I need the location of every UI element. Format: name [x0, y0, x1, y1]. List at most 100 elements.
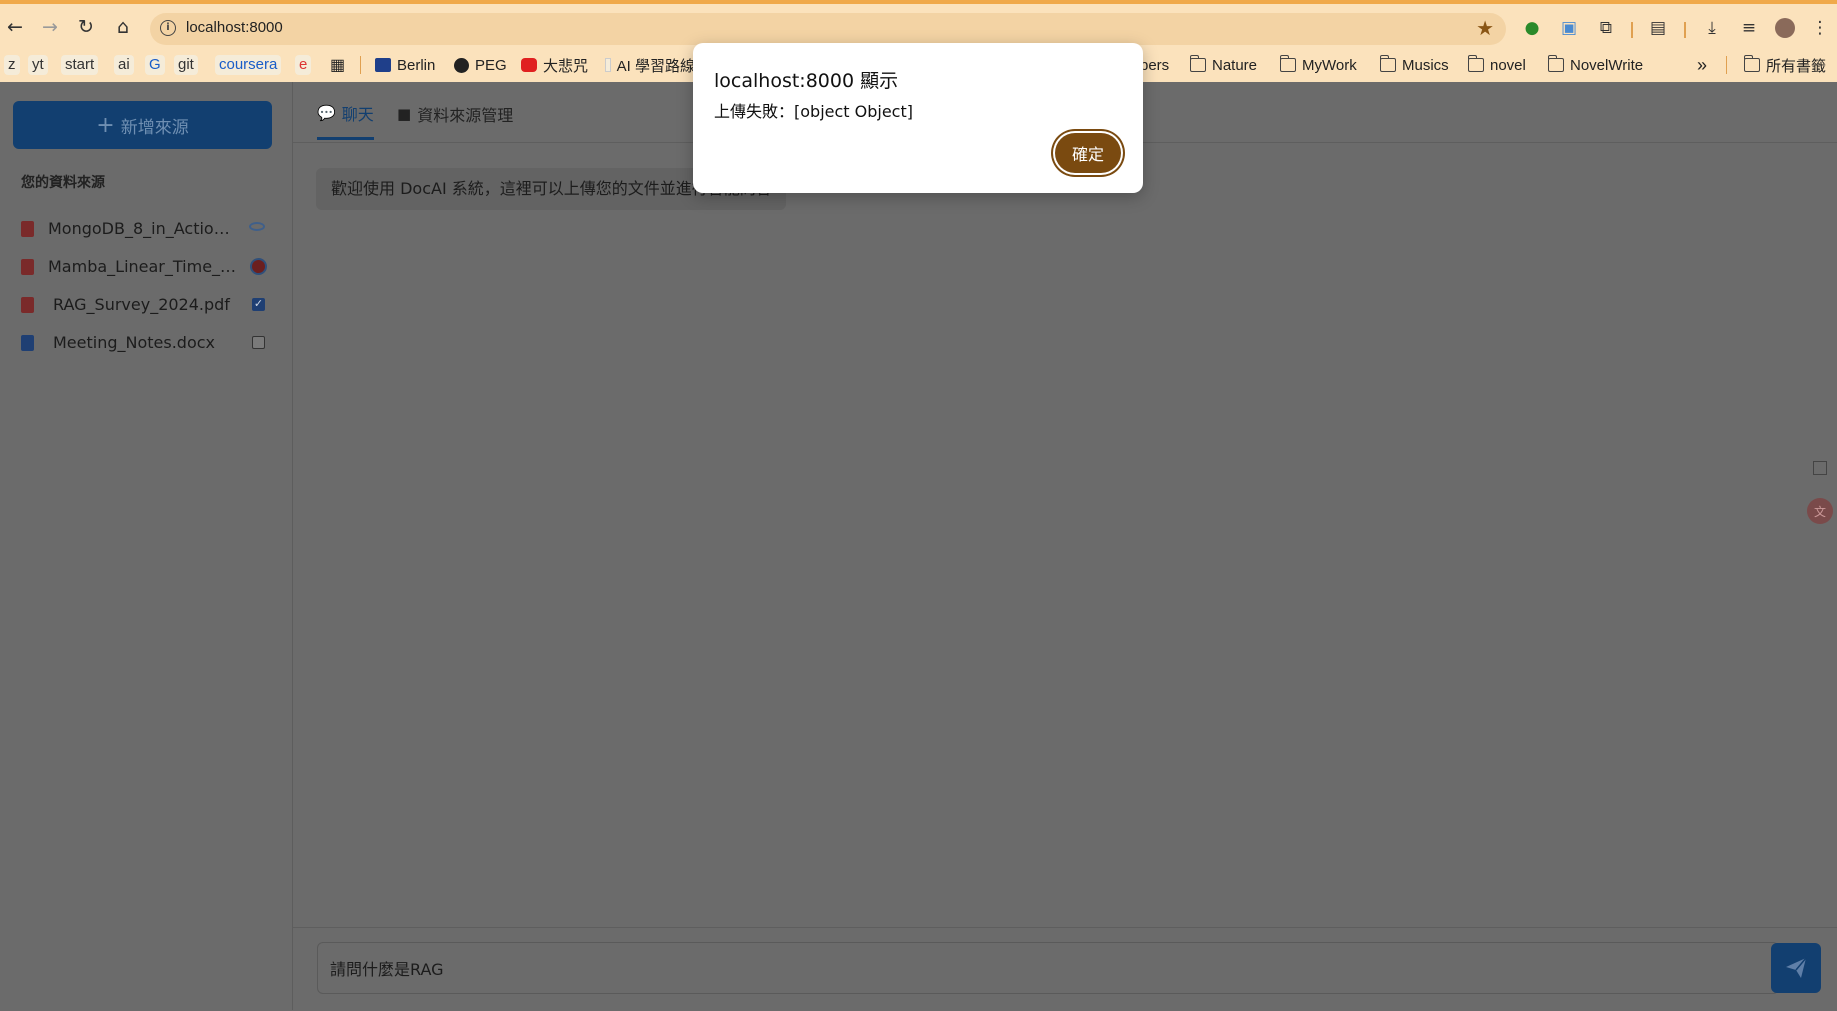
word-file-icon: [21, 335, 34, 351]
bookmark-label: 所有書籤: [1766, 57, 1827, 75]
source-item[interactable]: MongoDB_8_in_Action_...: [0, 214, 292, 244]
url-text[interactable]: localhost:8000: [186, 19, 283, 36]
floating-grid-icon[interactable]: [1805, 453, 1835, 483]
menu-kebab-icon[interactable]: ⋮: [1808, 16, 1832, 40]
bookmark-chip[interactable]: e: [295, 54, 312, 76]
source-checkbox[interactable]: [252, 336, 265, 349]
media-control-icon[interactable]: ≡: [1737, 16, 1761, 40]
bookmark-label: start: [61, 55, 99, 75]
tab-chat[interactable]: 💬 聊天: [317, 100, 374, 140]
bookmark-label: yt: [28, 55, 48, 75]
bookmark-folder[interactable]: MyWork: [1279, 54, 1357, 76]
folder-icon: [1547, 55, 1564, 72]
bookmark-divider: [360, 56, 361, 74]
profile-avatar-icon[interactable]: [1773, 16, 1797, 40]
folder-icon: [1379, 55, 1396, 72]
bookmark-label: Berlin: [397, 56, 436, 74]
folder-icon: [1189, 55, 1206, 72]
bookmark-chip[interactable]: G: [145, 54, 165, 76]
source-item[interactable]: RAG_Survey_2024.pdf ✓: [0, 290, 292, 320]
bookmark-berlin[interactable]: Berlin: [375, 54, 435, 76]
bookmark-label: coursera: [215, 55, 282, 75]
chat-bubbles-icon: 💬: [317, 103, 336, 122]
bookmark-label: e: [295, 55, 312, 75]
paper-plane-icon: [1786, 957, 1807, 978]
page-icon: [605, 58, 611, 72]
bookmark-label: git: [174, 55, 198, 75]
source-name: RAG_Survey_2024.pdf: [53, 295, 230, 314]
tab-label: 聊天: [341, 104, 374, 124]
chat-composer: [293, 927, 1837, 1011]
folder-icon: ■: [397, 105, 412, 123]
bookmark-chip[interactable]: yt: [28, 54, 48, 76]
bookmark-folder[interactable]: novel: [1467, 54, 1526, 76]
reading-list-icon[interactable]: ▤: [1646, 16, 1670, 40]
send-button[interactable]: [1771, 943, 1821, 993]
ok-button[interactable]: 確定: [1055, 133, 1121, 173]
extension-translate-icon[interactable]: ▣: [1557, 16, 1581, 40]
alert-dialog: localhost:8000 顯示 上傳失敗：[object Object] 確…: [693, 43, 1143, 193]
pdf-file-icon: [21, 297, 34, 313]
overflow-label: »: [1697, 54, 1708, 75]
back-icon[interactable]: ←: [2, 14, 28, 40]
download-icon[interactable]: ⤓: [1700, 16, 1724, 40]
bookmark-label: Nature: [1212, 56, 1258, 74]
bookmark-chip[interactable]: start: [61, 54, 99, 76]
chat-input[interactable]: [317, 942, 1779, 994]
bookmark-label: NovelWrite: [1570, 56, 1644, 74]
bookmark-chip[interactable]: git: [174, 54, 198, 76]
plus-icon: +: [96, 112, 115, 138]
folder-icon: [1279, 55, 1296, 72]
bookmark-label: 大悲咒: [543, 57, 589, 75]
calendar-icon: [375, 58, 391, 72]
browser-toolbar: ← → ↻ ⌂ i localhost:8000 ★ ● ▣ ⧉ ▤ ⤓ ≡ ⋮: [0, 8, 1837, 48]
extension-evernote-icon[interactable]: ●: [1520, 16, 1544, 40]
bookmark-folder[interactable]: NovelWrite: [1547, 54, 1644, 76]
pdf-file-icon: [21, 259, 34, 275]
bookmarks-overflow-icon[interactable]: »: [1697, 54, 1707, 76]
floating-translate-icon[interactable]: 文: [1805, 496, 1835, 526]
bookmark-chip[interactable]: coursera: [215, 54, 282, 76]
bookmark-label: AI 學習路線: [616, 57, 695, 75]
tab-source-management[interactable]: ■ 資料來源管理: [397, 100, 513, 140]
bookmark-divider: [1726, 56, 1727, 74]
bookmark-label: pers: [1140, 56, 1170, 74]
tab-label: 資料來源管理: [417, 106, 514, 125]
source-checkbox[interactable]: ✓: [252, 298, 265, 311]
toolbar-divider: [1631, 22, 1633, 38]
source-name: MongoDB_8_in_Action_...: [48, 219, 238, 238]
bookmark-label: PEG: [475, 56, 507, 74]
bookmark-ai[interactable]: AI 學習路線: [605, 54, 695, 76]
extensions-puzzle-icon[interactable]: ⧉: [1594, 16, 1618, 40]
bookmark-chip[interactable]: z: [4, 54, 20, 76]
bookmark-folder[interactable]: pers: [1140, 54, 1169, 76]
error-status-icon: [250, 258, 267, 275]
all-bookmarks-folder[interactable]: 所有書籤: [1743, 54, 1827, 76]
loading-spinner-icon: [249, 222, 265, 231]
add-source-label: 新增來源: [120, 117, 189, 138]
add-source-button[interactable]: + 新增來源: [13, 101, 272, 149]
apps-grid-icon[interactable]: ▦: [330, 54, 345, 76]
bookmark-peg[interactable]: PEG: [454, 54, 507, 76]
forward-icon[interactable]: →: [37, 14, 63, 40]
sources-section-title: 您的資料來源: [21, 175, 105, 191]
home-icon[interactable]: ⌂: [110, 14, 136, 40]
sources-sidebar: + 新增來源 您的資料來源 MongoDB_8_in_Action_... Ma…: [0, 82, 293, 1010]
bookmark-youtube[interactable]: 大悲咒: [521, 54, 588, 76]
site-info-icon[interactable]: i: [160, 20, 176, 36]
bookmark-star-icon[interactable]: ★: [1476, 16, 1494, 40]
source-item[interactable]: Mamba_Linear_Time_Se...: [0, 252, 292, 282]
bookmark-label: G: [145, 55, 165, 75]
pdf-file-icon: [21, 221, 34, 237]
address-bar[interactable]: i localhost:8000 ★: [150, 13, 1506, 45]
main-panel: 💬 聊天 ■ 資料來源管理 歡迎使用 DocAI 系統，這裡可以上傳您的文件並進…: [293, 82, 1837, 1010]
bookmark-folder[interactable]: Nature: [1189, 54, 1258, 76]
bookmark-folder[interactable]: Musics: [1379, 54, 1449, 76]
bookmark-label: z: [4, 55, 20, 75]
reload-icon[interactable]: ↻: [73, 14, 99, 40]
bookmark-label: Musics: [1402, 56, 1449, 74]
bookmark-chip[interactable]: ai: [114, 54, 134, 76]
dialog-message: 上傳失敗：[object Object]: [714, 102, 913, 121]
source-item[interactable]: Meeting_Notes.docx: [0, 328, 292, 358]
github-icon: [454, 57, 469, 73]
